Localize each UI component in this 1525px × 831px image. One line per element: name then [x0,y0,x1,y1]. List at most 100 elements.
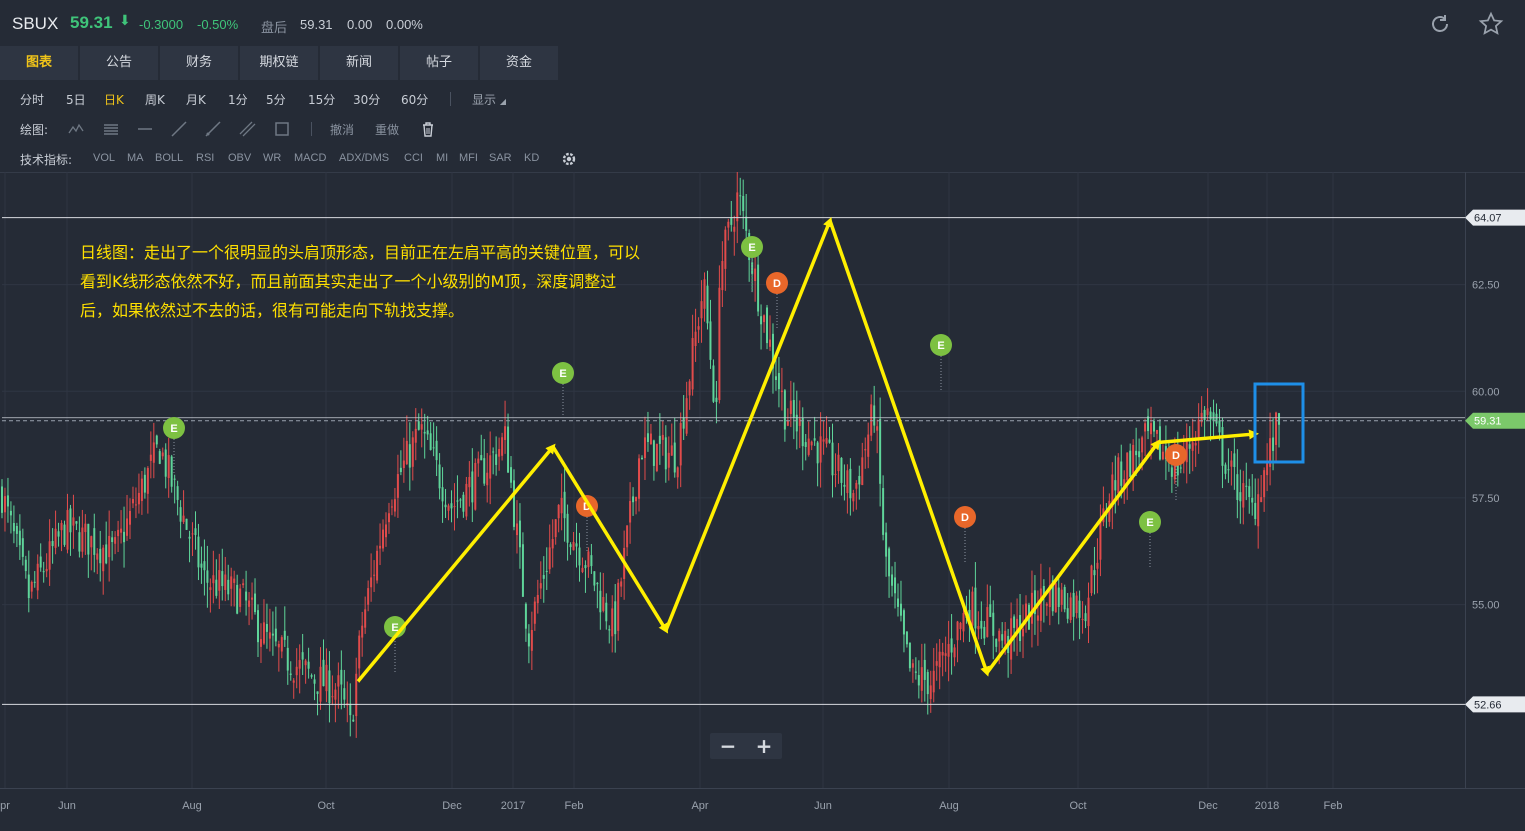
candle-body [289,673,292,675]
period-60min[interactable]: 60分 [401,91,428,108]
indicator-sar[interactable]: SAR [489,152,512,164]
period-1min[interactable]: 1分 [228,91,248,108]
tab-capital-flow[interactable]: 资金 [480,46,558,80]
candle-body [819,436,822,463]
date-tick-label: 2018 [1255,800,1279,812]
candle-body [742,195,745,212]
candle-body [206,570,209,583]
candle-body [1135,450,1138,456]
candle-body [760,316,763,325]
candle-body [337,675,340,687]
indicator-mfi[interactable]: MFI [459,152,478,164]
tab-announcements[interactable]: 公告 [80,46,158,80]
candle-body [1155,429,1158,434]
candle-body [36,563,39,591]
price-tick-label: 57.50 [1472,493,1500,505]
refresh-icon[interactable] [1428,12,1452,36]
tab-posts[interactable]: 帖子 [400,46,478,80]
tab-financials[interactable]: 财务 [160,46,238,80]
candle-body [572,541,575,551]
period-5d[interactable]: 5日 [66,91,86,108]
price-tick-label: 60.00 [1472,386,1500,398]
indicator-cci[interactable]: CCI [404,152,423,164]
trash-icon[interactable] [419,120,437,138]
indicator-boll[interactable]: BOLL [155,152,183,164]
polyline-tool-icon[interactable] [67,120,85,138]
star-icon[interactable] [1478,11,1504,37]
tab-chart[interactable]: 图表 [0,46,78,80]
candle-body [956,621,959,641]
candle-body [560,497,563,514]
period-intraday[interactable]: 分时 [20,91,44,108]
period-30min[interactable]: 30分 [353,91,380,108]
date-tick-label: Jun [58,800,76,812]
zoom-out-button[interactable]: − [710,733,746,759]
candle-body [1084,613,1087,622]
indicator-wr[interactable]: WR [263,152,281,164]
candle-body [295,666,298,676]
candle-body [370,577,373,588]
candle-body [1236,474,1239,500]
candle-body [816,442,819,464]
candle-body [1242,483,1245,508]
candle-body [301,652,304,660]
trend-line-icon[interactable] [170,120,188,138]
candle-body [134,504,137,506]
zoom-in-button[interactable]: + [746,733,782,759]
period-15min[interactable]: 15分 [308,91,335,108]
candle-body [414,428,417,443]
candle-body [920,667,923,691]
parallel-channel-icon[interactable] [238,120,256,138]
candle-body [825,438,828,444]
candle-body [789,400,792,414]
indicator-kd[interactable]: KD [524,152,539,164]
fibonacci-tool-icon[interactable] [102,120,120,138]
gear-icon[interactable] [561,151,577,167]
candle-body [170,456,173,487]
undo-button[interactable]: 撤消 [330,121,354,138]
candle-body [480,455,483,461]
indicator-vol[interactable]: VOL [93,152,115,164]
candle-body [745,216,748,231]
candle-body [715,397,718,402]
indicator-obv[interactable]: OBV [228,152,251,164]
candle-body [611,608,614,637]
date-tick-label: Dec [1198,800,1218,812]
candle-body [548,547,551,570]
candle-body [1060,589,1063,605]
period-5min[interactable]: 5分 [266,91,286,108]
tab-options-chain[interactable]: 期权链 [240,46,318,80]
candle-body [307,661,310,669]
candle-body [905,631,908,645]
candle-body [754,268,757,282]
divider [311,122,312,136]
candle-body [248,600,251,607]
candle-body [18,530,21,546]
indicator-adx-dms[interactable]: ADX/DMS [339,152,389,164]
indicator-macd[interactable]: MACD [294,152,326,164]
candle-body [382,529,385,549]
period-daily[interactable]: 日K [104,91,124,108]
period-weekly[interactable]: 周K [145,91,165,108]
period-monthly[interactable]: 月K [186,91,206,108]
candle-body [30,581,33,592]
display-menu[interactable]: 显示 ◢ [472,91,506,108]
candle-body [590,555,593,567]
candle-body [676,467,679,478]
candle-body [792,400,795,418]
indicator-mi[interactable]: MI [436,152,448,164]
candle-body [507,426,510,473]
price-tick-label: 55.00 [1472,600,1500,612]
horizontal-line-icon[interactable] [136,120,154,138]
candle-body [474,463,477,510]
indicator-rsi[interactable]: RSI [196,152,214,164]
candle-body [176,486,179,500]
indicator-ma[interactable]: MA [127,152,144,164]
ray-line-icon[interactable] [204,120,222,138]
rectangle-tool-icon[interactable] [273,120,291,138]
candle-body [786,420,789,426]
candle-body [1075,595,1078,614]
tab-news[interactable]: 新闻 [320,46,398,80]
candle-body [891,574,894,586]
redo-button[interactable]: 重做 [375,121,399,138]
